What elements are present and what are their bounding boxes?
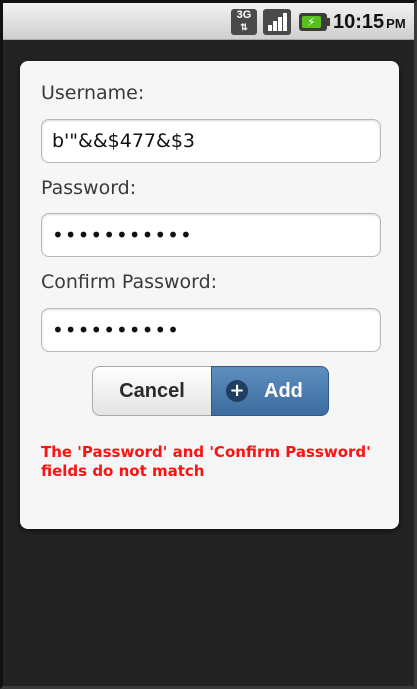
add-user-dialog: Username: b'"&&$477&$3 Password: •••••••… [20,61,399,529]
network-type: 3G [236,9,252,21]
battery-charging-icon: ⚡ [299,13,330,31]
3g-icon: 3G ⇅ [231,9,257,35]
username-label: Username: [41,82,145,104]
confirm-password-field[interactable]: •••••••••• [41,308,381,352]
password-field[interactable]: ••••••••••• [41,213,381,257]
clock-time: 10:15 [333,11,385,33]
add-button-label: Add [264,380,303,402]
cancel-button[interactable]: Cancel [92,366,212,416]
username-field[interactable]: b'"&&$477&$3 [41,119,381,163]
error-message: The 'Password' and 'Confirm Password' fi… [41,443,371,480]
phone-frame: 3G ⇅ ⚡ 10:15 PM Username: b'"&&$477&$3 Pa… [0,0,417,689]
status-bar: 3G ⇅ ⚡ 10:15 PM [3,3,414,40]
password-label: Password: [41,177,137,199]
status-time: 10:15 PM [333,3,406,39]
plus-icon: + [226,380,248,402]
signal-icon [263,9,291,35]
confirm-password-label: Confirm Password: [41,271,218,293]
clock-ampm: PM [386,16,406,31]
add-button[interactable]: + Add [211,366,329,416]
data-arrows-icon: ⇅ [240,22,248,32]
